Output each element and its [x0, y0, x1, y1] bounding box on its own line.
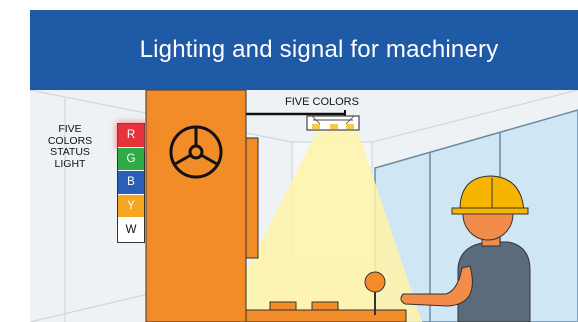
caption-line: FIVE [58, 123, 82, 135]
ceiling-lamp-icon [306, 115, 360, 131]
light-segment-blue: B [118, 171, 144, 195]
title-bar: Lighting and signal for machinery [30, 10, 578, 90]
status-light-caption: FIVE COLORS STATUS LIGHT [42, 123, 98, 170]
status-light-stack: R G B Y W [117, 123, 145, 243]
illustration-frame: Lighting and signal for machinery FIVE C… [30, 10, 578, 322]
page-title: Lighting and signal for machinery [139, 36, 499, 63]
factory-scene: FIVE COLORS STATUS LIGHT R G B Y W FIVE … [30, 90, 578, 322]
scene-drawing [30, 90, 578, 322]
light-segment-white: W [118, 218, 144, 242]
light-segment-red: R [118, 124, 144, 148]
light-segment-green: G [118, 147, 144, 171]
ceiling-light-label: FIVE COLORS [285, 96, 359, 108]
machine-column [145, 90, 247, 322]
light-segment-yellow: Y [118, 194, 144, 218]
caption-line: STATUS [50, 146, 90, 158]
caption-line: LIGHT [54, 157, 86, 170]
